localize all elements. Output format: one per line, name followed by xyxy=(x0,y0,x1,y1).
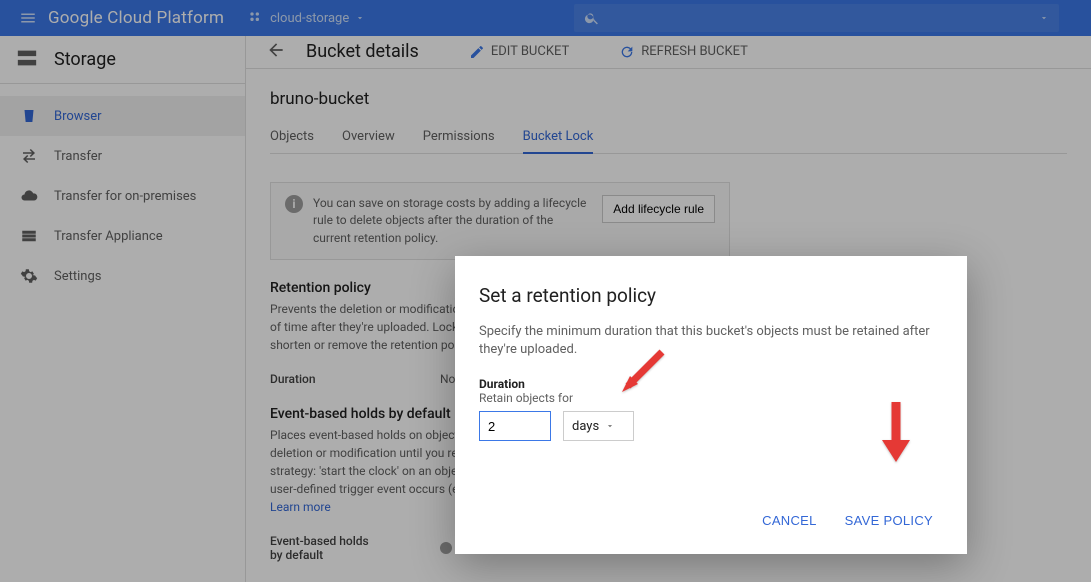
dialog-description: Specify the minimum duration that this b… xyxy=(479,323,943,359)
save-policy-button[interactable]: SAVE POLICY xyxy=(835,505,943,536)
duration-input[interactable] xyxy=(479,411,551,441)
duration-field-label: Duration xyxy=(479,377,943,391)
chevron-down-icon xyxy=(605,421,615,431)
retention-policy-dialog: Set a retention policy Specify the minim… xyxy=(455,256,967,554)
cancel-button[interactable]: CANCEL xyxy=(752,505,827,536)
duration-unit-select[interactable]: days xyxy=(563,411,634,441)
dialog-title: Set a retention policy xyxy=(479,284,943,307)
duration-field-sublabel: Retain objects for xyxy=(479,391,943,405)
